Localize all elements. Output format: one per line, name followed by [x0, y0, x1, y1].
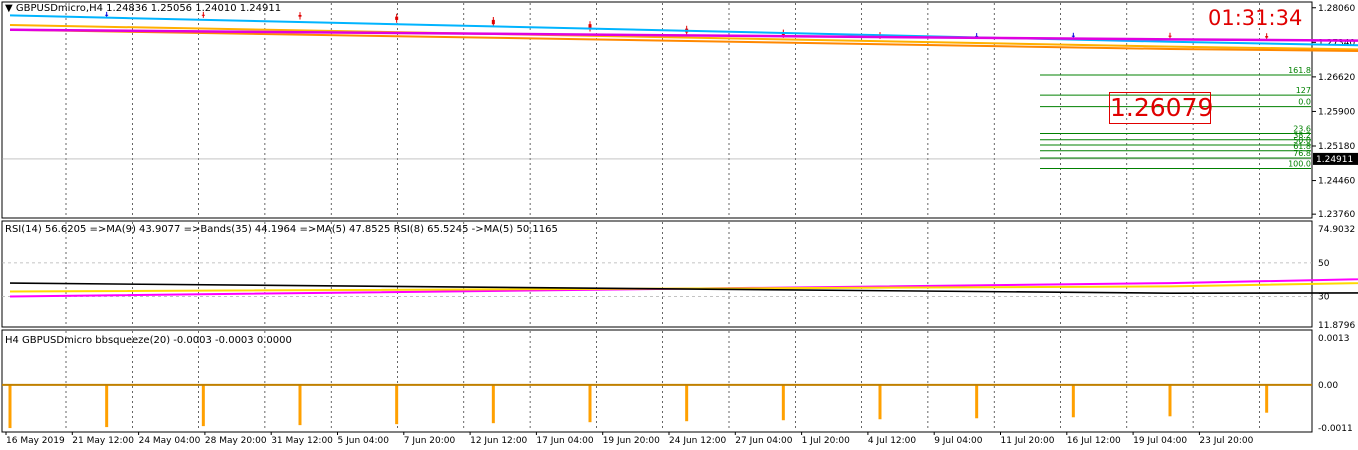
price-tick-label: 1.24460: [1318, 177, 1355, 187]
time-label: 16 May 2019: [6, 436, 65, 446]
squeeze-title: H4 GBPUSDmicro bbsqueeze(20) -0.0003 -0.…: [5, 335, 292, 346]
symbol-title-text: GBPUSDmicro,H4 1.24836 1.25056 1.24010 1…: [15, 3, 282, 14]
time-label: 4 Jul 12:00: [868, 436, 917, 446]
time-label: 7 Jun 20:00: [404, 436, 456, 446]
time-label: 12 Jun 12:00: [470, 436, 527, 446]
fib-level-label: 0.0: [1298, 98, 1311, 107]
fib-level-label: 161.8: [1288, 66, 1311, 75]
time-label: 5 Jun 04:00: [338, 436, 390, 446]
time-label: 24 Jun 12:00: [669, 436, 726, 446]
fib-level-label: 100.0: [1288, 160, 1311, 169]
rsi-title: RSI(14) 56.6205 =>MA(9) 43.9077 =>Bands(…: [5, 224, 558, 235]
time-label: 27 Jun 04:00: [735, 436, 792, 446]
price-bar: [298, 14, 302, 17]
symbol-title: ▼ GBPUSDmicro,H4 1.24836 1.25056 1.24010…: [5, 3, 281, 14]
price-tick-label: 1.23760: [1318, 210, 1355, 220]
price-bar: [105, 14, 109, 16]
time-label: 31 May 12:00: [271, 436, 333, 446]
squeeze-histogram-bar: [8, 384, 12, 429]
price-tick-label: 1.26620: [1318, 73, 1355, 83]
squeeze-histogram-bar: [105, 384, 109, 428]
price-bar: [1168, 35, 1172, 37]
time-label: 9 Jul 04:00: [934, 436, 983, 446]
squeeze-histogram-bar: [1168, 384, 1172, 417]
time-label: 11 Jul 20:00: [1001, 436, 1055, 446]
price-box: 1.26079: [1109, 92, 1214, 124]
rsi-tick-label: 74.9032: [1318, 225, 1355, 235]
fib-level-label: 127: [1296, 86, 1311, 95]
rsi-tick-label: 50: [1318, 259, 1330, 269]
rsi-tick-label: 11.8796: [1318, 321, 1355, 331]
squeeze-histogram-bar: [201, 384, 205, 427]
squeeze-tick-label: 0.0013: [1318, 334, 1350, 344]
squeeze-histogram-bar: [1265, 384, 1269, 413]
squeeze-histogram-bar: [588, 384, 592, 423]
squeeze-histogram-bar: [975, 384, 979, 419]
price-bar: [491, 19, 495, 25]
time-label: 19 Jun 20:00: [603, 436, 660, 446]
squeeze-tick-label: -0.0011: [1318, 424, 1353, 434]
time-label: 19 Jul 04:00: [1133, 436, 1187, 446]
squeeze-histogram-bar: [878, 384, 882, 420]
rsi-tick-label: 30: [1318, 293, 1330, 303]
time-label: 17 Jun 04:00: [536, 436, 593, 446]
squeeze-histogram-bar: [298, 384, 302, 426]
time-label: 1 Jul 20:00: [802, 436, 851, 446]
time-label: 16 Jul 12:00: [1067, 436, 1121, 446]
price-bar: [201, 14, 205, 16]
squeeze-histogram-bar: [491, 384, 495, 424]
time-label: 24 May 04:00: [139, 436, 201, 446]
squeeze-histogram-bar: [685, 384, 689, 422]
squeeze-histogram-bar: [1071, 384, 1075, 418]
fib-level-label: 76.8: [1293, 149, 1311, 158]
price-bar: [395, 16, 399, 20]
time-label: 28 May 20:00: [205, 436, 267, 446]
price-tick-label: 1.28060: [1318, 4, 1355, 14]
price-bar: [1071, 35, 1075, 37]
squeeze-tick-label: 0.00: [1318, 381, 1338, 391]
price-tick-label: 1.25180: [1318, 142, 1355, 152]
price-bar: [1265, 36, 1269, 38]
candle-timer: 01:31:34: [1208, 6, 1303, 30]
squeeze-histogram-bar: [781, 384, 785, 421]
dropdown-arrow-icon[interactable]: ▼: [5, 3, 13, 14]
price-tick-label: 1.25900: [1318, 107, 1355, 117]
chart-window: 16 May 2019 21 May 12:00 24 May 04:00 28 Ma…: [0, 0, 1358, 450]
current-price-label: 1.24911: [1316, 155, 1353, 165]
time-label: 23 Jul 20:00: [1199, 436, 1253, 446]
squeeze-histogram-bar: [395, 384, 399, 425]
time-label: 21 May 12:00: [72, 436, 134, 446]
